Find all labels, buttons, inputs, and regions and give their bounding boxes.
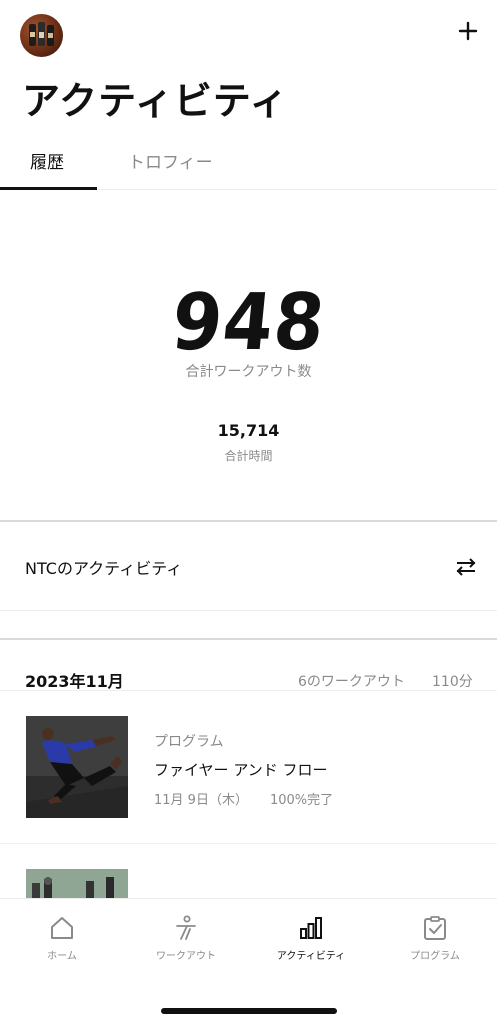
tab-bar: 履歴 トロフィー bbox=[0, 132, 497, 190]
workout-category: プログラム bbox=[154, 734, 224, 750]
bar-chart-icon bbox=[300, 917, 322, 939]
total-workouts-value: 948 bbox=[167, 278, 330, 368]
avatar[interactable] bbox=[20, 14, 63, 57]
tabbar-item-home[interactable]: ホーム bbox=[7, 915, 117, 962]
tabbar-label: ホーム bbox=[47, 951, 77, 962]
home-icon bbox=[51, 917, 73, 939]
workout-completion: 100%完了 bbox=[269, 793, 334, 808]
workout-thumbnail bbox=[26, 869, 128, 898]
workout-date: 11月 9日（木） bbox=[154, 793, 248, 808]
month-header: 2023年11月 6のワークアウト 110分 bbox=[0, 640, 497, 691]
month-minutes: 110分 bbox=[432, 674, 473, 690]
ntc-activity-row[interactable]: NTCのアクティビティ bbox=[0, 523, 497, 609]
ntc-activity-label: NTCのアクティビティ bbox=[25, 559, 183, 578]
tabbar-label: プログラム bbox=[410, 951, 460, 962]
page-title: アクティビティ bbox=[22, 79, 289, 123]
tabbar-label: アクティビティ bbox=[276, 951, 346, 962]
runner-icon bbox=[176, 915, 196, 940]
tab-trophy[interactable]: トロフィー bbox=[128, 148, 213, 173]
tabbar-label: ワークアウト bbox=[156, 951, 216, 962]
month-title: 2023年11月 bbox=[25, 672, 124, 691]
workout-name: ファイヤー アンド フロー bbox=[154, 761, 328, 779]
workout-thumbnail bbox=[26, 716, 128, 818]
plus-icon[interactable] bbox=[457, 20, 479, 42]
workout-meta: 11月 9日（木） 100%完了 bbox=[154, 789, 333, 808]
clipboard-check-icon bbox=[424, 916, 446, 940]
tabbar-item-activity[interactable]: アクティビティ bbox=[256, 915, 366, 962]
total-workouts-label: 合計ワークアウト数 bbox=[185, 364, 312, 380]
tabbar-item-workout[interactable]: ワークアウト bbox=[131, 915, 241, 962]
tab-history[interactable]: 履歴 bbox=[30, 148, 64, 173]
workout-list-item[interactable]: プログラム ファイヤー アンド フロー 11月 9日（木） 100%完了 bbox=[0, 690, 497, 843]
month-workout-count: 6のワークアウト bbox=[298, 674, 405, 690]
total-time-value: 15,714 bbox=[217, 421, 280, 440]
total-time-label: 合計時間 bbox=[224, 449, 273, 463]
section-divider bbox=[0, 520, 497, 522]
filter-icon[interactable] bbox=[455, 556, 477, 578]
home-indicator bbox=[161, 1008, 337, 1014]
bottom-tab-bar: ホーム ワークアウト アクティビティ プログラム bbox=[0, 898, 497, 1024]
tab-active-indicator bbox=[0, 187, 97, 190]
row-divider bbox=[0, 610, 497, 611]
tabbar-item-program[interactable]: プログラム bbox=[380, 915, 490, 962]
workout-list-item[interactable] bbox=[0, 843, 497, 898]
